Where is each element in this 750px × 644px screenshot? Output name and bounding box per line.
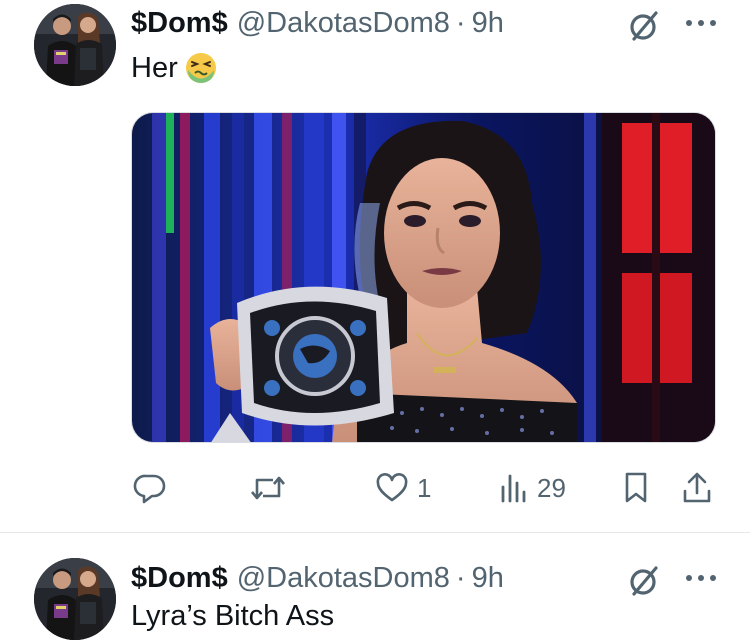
more-icon[interactable] — [683, 568, 719, 588]
retweet-button[interactable] — [249, 468, 295, 508]
bookmark-icon — [621, 471, 651, 505]
heart-icon — [375, 472, 409, 504]
tweet-header: $Dom$ @DakotasDom8 · 9h — [131, 558, 504, 598]
grok-icon[interactable] — [626, 8, 662, 44]
share-button[interactable] — [681, 468, 713, 508]
reply-button[interactable] — [133, 468, 175, 508]
tweet-text: Her — [131, 50, 218, 86]
reply-icon — [133, 471, 167, 505]
views-icon — [499, 472, 529, 504]
share-icon — [681, 471, 713, 505]
tweet-media-image[interactable] — [131, 112, 716, 443]
grok-icon[interactable] — [626, 563, 662, 599]
views-count: 29 — [537, 472, 566, 503]
like-button[interactable]: 1 — [375, 468, 431, 508]
tweet-header: $Dom$ @DakotasDom8 · 9h — [131, 3, 504, 43]
tweet[interactable]: $Dom$ @DakotasDom8 · 9h Her 1 29 — [0, 0, 750, 534]
separator-dot: · — [455, 561, 466, 594]
display-name[interactable]: $Dom$ — [131, 7, 228, 40]
timestamp[interactable]: 9h — [472, 562, 504, 595]
tweet-text-content: Her — [131, 51, 178, 84]
user-handle[interactable]: @DakotasDom8 — [237, 7, 450, 40]
like-count: 1 — [417, 472, 432, 503]
nauseated-face-icon — [184, 51, 218, 85]
retweet-icon — [249, 471, 287, 505]
tweet-actions: 1 29 — [131, 468, 721, 508]
separator-dot: · — [455, 6, 466, 39]
more-icon[interactable] — [683, 13, 719, 33]
tweet[interactable]: $Dom$ @DakotasDom8 · 9h Lyra’s Bitch Ass — [0, 534, 750, 644]
timestamp[interactable]: 9h — [472, 7, 504, 40]
tweet-text-content: Lyra’s Bitch Ass — [131, 599, 335, 632]
views-button[interactable]: 29 — [499, 468, 566, 508]
tweet-text: Lyra’s Bitch Ass — [131, 598, 334, 634]
tweet-divider — [0, 532, 750, 533]
bookmark-button[interactable] — [621, 468, 651, 508]
avatar[interactable] — [34, 558, 116, 640]
display-name[interactable]: $Dom$ — [131, 562, 228, 595]
user-handle[interactable]: @DakotasDom8 — [237, 562, 450, 595]
avatar[interactable] — [34, 4, 116, 86]
